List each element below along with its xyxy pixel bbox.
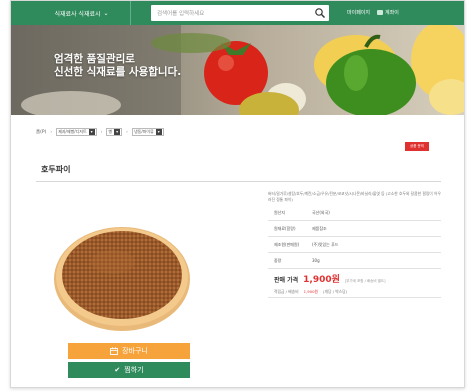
category-select-2[interactable]: 빵 ▾ — [106, 128, 123, 136]
product-inquiry-button[interactable]: 상품 문의 — [405, 142, 429, 151]
chevron-down-icon: ▾ — [88, 129, 95, 135]
walnut-pie-image — [54, 227, 190, 331]
info-label: 원산지 — [274, 209, 286, 215]
info-label: 제조원(판매원) — [274, 241, 300, 247]
banner-line-1: 엄격한 품질관리로 — [54, 53, 135, 65]
info-value: 국산(외국) — [312, 209, 330, 215]
category-menu-button[interactable]: 식재료사 식재료시 ⌄ — [33, 1, 131, 25]
info-row-weight: 중량 30g — [268, 253, 441, 269]
category-select-3[interactable]: 냉동/파이류 ▾ — [131, 128, 164, 136]
breadcrumb: 홈(P) › 제과/제빵/디저트 ▾ › 빵 ▾ › 냉동/파이류 ▾ — [36, 126, 440, 138]
chevron-down-icon: ⌄ — [103, 9, 109, 17]
add-to-cart-button[interactable]: 장바구니 — [68, 343, 190, 359]
check-icon: ✔ — [114, 366, 121, 374]
info-row-manufacturer: 제조원(판매원) (주)맛있는 푸드 — [268, 237, 441, 253]
account-link-label: 계좌이 — [385, 10, 399, 16]
cart-icon — [110, 347, 119, 355]
page-frame: 식재료사 식재료시 ⌄ 검색어를 입력하세요 마이페이지 계좌이 엄격한 품질관… — [10, 0, 465, 388]
banner-line-2: 신선한 식재료를 사용합니다. — [54, 66, 182, 78]
banner-headline: 엄격한 품질관리로 신선한 식재료를 사용합니다. — [54, 53, 181, 79]
product-title: 호두파이 — [41, 165, 71, 174]
category-select-2-value: 빵 — [108, 129, 113, 134]
chevron-down-icon: ▾ — [155, 129, 162, 135]
search-input[interactable]: 검색어를 입력하세요 — [151, 5, 329, 21]
category-select-1[interactable]: 제과/제빵/디저트 ▾ — [56, 128, 97, 136]
search-placeholder: 검색어를 입력하세요 — [157, 11, 205, 17]
breadcrumb-separator: › — [50, 129, 53, 135]
price-value: 1,900원 — [303, 275, 340, 285]
price-row: 판매 가격 1,900원 [부가세 포함 / 배송비 별도] — [274, 272, 385, 285]
price-divider — [268, 297, 441, 298]
info-row-ingredients: 원재료(함량) 제품참조 — [268, 221, 441, 237]
chevron-down-icon: ▾ — [114, 129, 121, 135]
title-divider — [36, 181, 441, 182]
product-description: 버터/밀가루/설탕/호두/계란/소금/우유/전분/코코넛/시나몬/바닐라/물엿 … — [268, 191, 441, 202]
points-note: (개당 / 박스당) — [323, 289, 348, 294]
price-label: 판매 가격 — [274, 277, 299, 284]
info-label: 중량 — [274, 257, 282, 263]
info-value: (주)맛있는 푸드 — [312, 241, 339, 247]
points-label: 적립금 / 배송비 — [274, 289, 299, 294]
account-link[interactable]: 계좌이 — [377, 9, 399, 16]
info-value: 제품참조 — [312, 225, 327, 231]
info-label: 원재료(함량) — [274, 225, 296, 231]
points-value: 1,900원 — [303, 289, 319, 294]
price-note: [부가세 포함 / 배송비 별도] — [344, 279, 386, 283]
category-select-1-value: 제과/제빵/디저트 — [58, 129, 87, 134]
wishlist-label: 찜하기 — [124, 366, 144, 374]
add-to-cart-label: 장바구니 — [122, 347, 148, 355]
search-icon[interactable] — [314, 7, 326, 19]
account-icon — [377, 10, 383, 15]
hero-banner: 엄격한 품질관리로 신선한 식재료를 사용합니다. — [11, 25, 464, 115]
breadcrumb-home[interactable]: 홈(P) — [36, 129, 46, 135]
wishlist-button[interactable]: ✔ 찜하기 — [68, 362, 190, 378]
product-image — [53, 207, 191, 339]
points-row: 적립금 / 배송비 1,900원 (개당 / 박스당) — [274, 289, 347, 295]
breadcrumb-separator: › — [126, 129, 128, 135]
info-value: 30g — [312, 258, 320, 263]
top-navigation-bar: 식재료사 식재료시 ⌄ 검색어를 입력하세요 마이페이지 계좌이 — [11, 1, 464, 25]
category-select-3-value: 냉동/파이류 — [133, 129, 154, 134]
info-row-origin: 원산지 국산(외국) — [268, 205, 441, 221]
category-menu-label: 식재료사 식재료시 — [54, 10, 101, 18]
mypage-link[interactable]: 마이페이지 — [347, 9, 370, 16]
breadcrumb-separator: › — [100, 129, 103, 135]
